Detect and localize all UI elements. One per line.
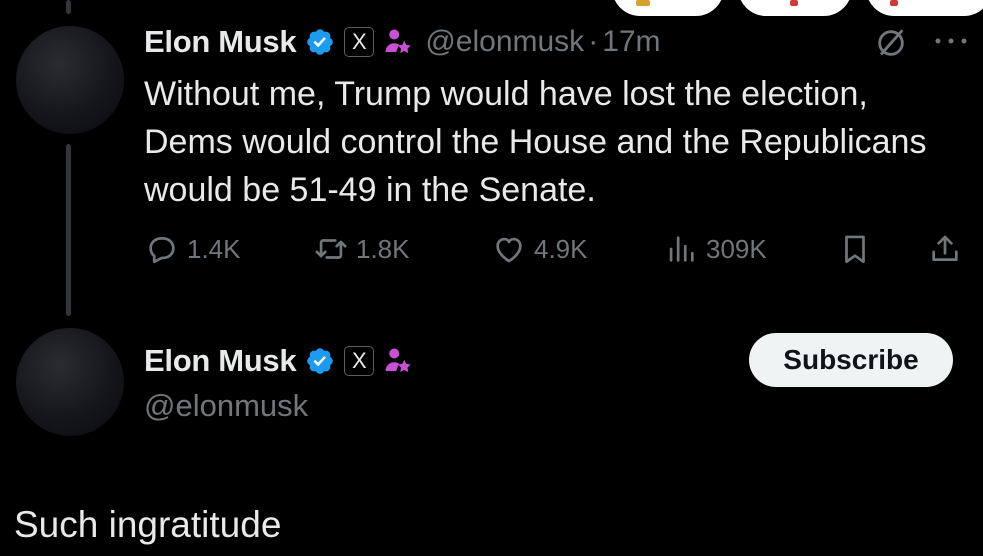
profile-header: Elon Musk X [144,341,413,381]
reaction-pill[interactable] [612,0,724,16]
share-button[interactable] [928,228,962,270]
author-handle[interactable]: @elonmusk [425,25,584,59]
post-text: Without me, Trump would have lost the el… [144,75,927,209]
reaction-pill[interactable] [866,0,983,16]
caption-text: Such ingratitude [14,504,282,545]
reaction-emoji-icon [636,0,650,6]
avatar[interactable] [16,328,124,436]
post-actions: 1.4K 1.8K 4.9K 309K [0,228,983,270]
avatar[interactable] [16,26,124,134]
analytics-icon [669,236,694,262]
like-button[interactable]: 4.9K [492,228,588,270]
thread-line [66,0,71,14]
views-count: 309K [706,233,767,264]
reaction-emoji-icon [790,0,798,6]
government-role-icon [385,348,412,373]
verified-badge-icon[interactable] [305,346,335,376]
bookmark-button[interactable] [838,228,872,270]
reply-button[interactable]: 1.4K [145,228,241,270]
post-header: Elon Musk X @elonmusk · 17m [144,22,661,62]
author-name[interactable]: Elon Musk [144,343,297,379]
affiliation-badge-icon[interactable]: X [344,346,375,376]
screenshot: Elon Musk X @elonmusk · 17m Without me, … [0,0,983,556]
reaction-pill[interactable] [738,0,852,16]
post-timestamp[interactable]: 17m [602,25,660,59]
more-options-icon[interactable] [934,36,968,46]
repost-icon [315,239,347,259]
author-handle[interactable]: @elonmusk [144,388,308,424]
repost-count: 1.8K [356,233,410,264]
repost-button[interactable]: 1.8K [314,228,410,270]
reaction-emoji-icon [890,0,898,6]
author-name[interactable]: Elon Musk [144,24,297,60]
grok-icon[interactable] [874,26,908,60]
affiliation-badge-icon[interactable]: X [344,27,375,57]
reply-count: 1.4K [187,233,241,264]
verified-badge-icon[interactable] [305,27,335,57]
bookmark-icon [845,235,865,264]
separator: · [588,25,599,58]
like-count: 4.9K [534,233,588,264]
views-button[interactable]: 309K [664,228,767,270]
reply-icon [149,237,175,264]
share-icon [932,235,958,261]
government-role-icon [385,29,412,54]
subscribe-button[interactable]: Subscribe [749,333,953,387]
heart-icon [496,237,522,263]
